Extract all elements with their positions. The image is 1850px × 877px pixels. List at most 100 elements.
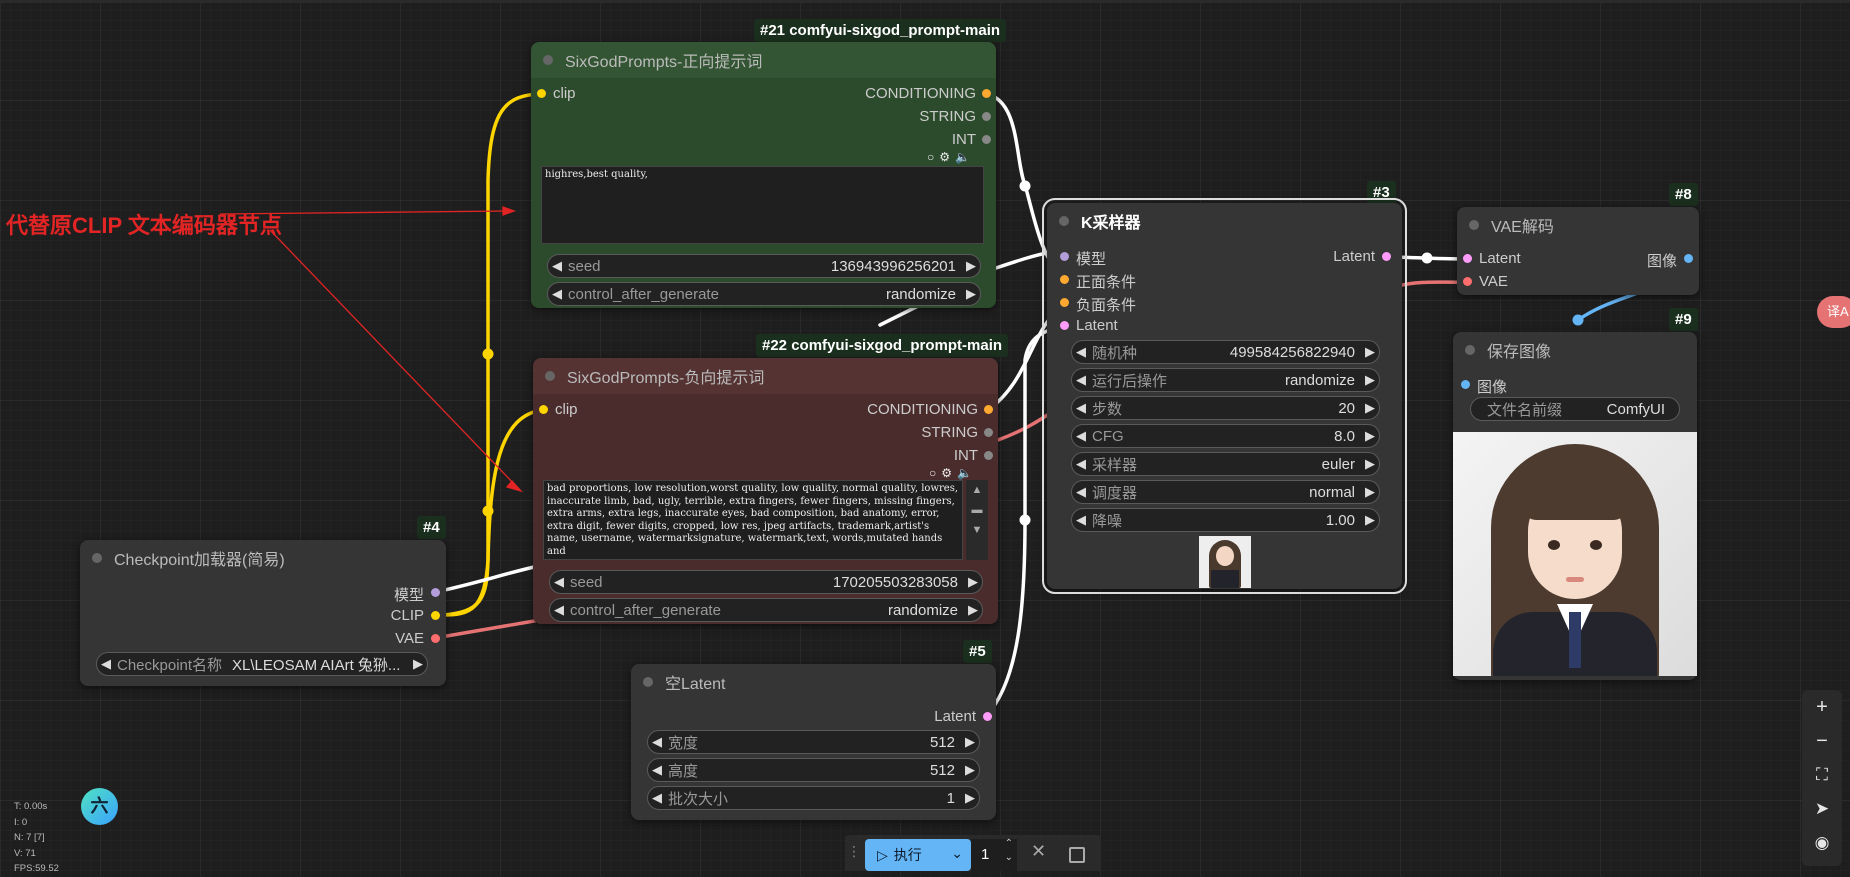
increment-arrow[interactable]: ▶	[1361, 484, 1379, 500]
batch-count-input[interactable]: 1 ⌃ ⌄	[971, 837, 1017, 871]
node-header[interactable]: 保存图像	[1453, 332, 1697, 368]
output-socket[interactable]	[983, 712, 992, 721]
node-positive-prompt[interactable]: SixGodPrompts-正向提示词 clip CONDITIONING ST…	[531, 42, 996, 308]
collapse-dot[interactable]	[543, 55, 553, 65]
prompt-textarea[interactable]: bad proportions, low resolution,worst qu…	[543, 480, 963, 560]
stop-square-icon[interactable]	[1069, 847, 1085, 863]
increment-arrow[interactable]: ▶	[1361, 456, 1379, 472]
increment-arrow[interactable]: ▶	[962, 258, 980, 274]
decrement-arrow[interactable]: ◀	[1072, 512, 1090, 528]
sixgod-logo-button[interactable]: 六	[81, 788, 118, 825]
node-negative-prompt[interactable]: SixGodPrompts-负向提示词 clip CONDITIONING ST…	[533, 358, 998, 624]
output-socket[interactable]	[431, 588, 440, 597]
denoise-widget[interactable]: ◀ 降噪 1.00 ▶	[1071, 508, 1380, 532]
collapse-dot[interactable]	[1059, 216, 1069, 226]
speaker-icon[interactable]: 🔈	[955, 150, 975, 164]
control-after-generate-widget[interactable]: ◀ control_after_generate randomize ▶	[549, 598, 983, 622]
node-header[interactable]: K采样器	[1047, 203, 1402, 239]
increment-arrow[interactable]: ▶	[409, 656, 427, 672]
checkpoint-name-widget[interactable]: ◀ Checkpoint名称 XL\LEOSAM AIArt 兔狲... ▶	[96, 652, 428, 676]
width-widget[interactable]: ◀ 宽度 512 ▶	[647, 730, 980, 754]
control-after-generate-widget[interactable]: ◀ control_after_generate randomize ▶	[547, 282, 981, 306]
node-vae-decode[interactable]: VAE解码 Latent VAE 图像	[1457, 207, 1699, 295]
output-socket[interactable]	[982, 135, 991, 144]
increment-arrow[interactable]: ▶	[1361, 372, 1379, 388]
increment-arrow[interactable]: ▶	[964, 574, 982, 590]
input-socket[interactable]	[1463, 254, 1472, 263]
chevron-down-icon[interactable]: ⌄	[951, 845, 963, 862]
output-socket[interactable]	[984, 428, 993, 437]
node-header[interactable]: Checkpoint加载器(简易)	[80, 540, 446, 576]
decrement-arrow[interactable]: ◀	[1072, 400, 1090, 416]
input-socket[interactable]	[1060, 321, 1069, 330]
batch-size-widget[interactable]: ◀ 批次大小 1 ▶	[647, 786, 980, 810]
seed-widget[interactable]: ◀ seed 136943996256201 ▶	[547, 254, 981, 278]
filename-prefix-widget[interactable]: 文件名前缀 ComfyUI	[1470, 397, 1680, 421]
decrement-arrow[interactable]: ◀	[1072, 456, 1090, 472]
increment-arrow[interactable]: ▶	[964, 602, 982, 618]
close-icon[interactable]: ✕	[1031, 841, 1046, 862]
translate-button[interactable]: 译A	[1817, 296, 1850, 328]
textarea-scrollbar[interactable]: ▲ ▬ ▼	[966, 480, 988, 560]
output-socket[interactable]	[431, 611, 440, 620]
node-checkpoint-loader[interactable]: Checkpoint加载器(简易) 模型 CLIP VAE ◀ Checkpoin…	[80, 540, 446, 686]
run-button[interactable]: ▷ 执行 ⌄	[865, 839, 971, 871]
plus-icon[interactable]: +	[1802, 690, 1842, 724]
seed-widget[interactable]: ◀ seed 170205503283058 ▶	[549, 570, 983, 594]
node-ksampler[interactable]: K采样器 模型 正面条件 负面条件 Latent Latent ◀ 随机种 4995…	[1042, 198, 1407, 594]
collapse-dot[interactable]	[1469, 220, 1479, 230]
circle-icon[interactable]: ○	[929, 466, 941, 480]
node-header[interactable]: SixGodPrompts-正向提示词	[531, 42, 996, 78]
control-after-generate-widget[interactable]: ◀ 运行后操作 randomize ▶	[1071, 368, 1380, 392]
generated-image[interactable]	[1453, 432, 1697, 676]
increment-arrow[interactable]: ▶	[961, 734, 979, 750]
height-widget[interactable]: ◀ 高度 512 ▶	[647, 758, 980, 782]
scroll-down-icon[interactable]: ▼	[966, 520, 988, 540]
decrement-arrow[interactable]: ◀	[1072, 428, 1090, 444]
decrement-arrow[interactable]: ◀	[1072, 484, 1090, 500]
decrement-arrow[interactable]: ◀	[550, 602, 568, 618]
collapse-dot[interactable]	[1465, 345, 1475, 355]
decrement-arrow[interactable]: ◀	[550, 574, 568, 590]
decrement-arrow[interactable]: ◀	[648, 790, 666, 806]
steps-widget[interactable]: ◀ 步数 20 ▶	[1071, 396, 1380, 420]
stepper-icon[interactable]: ⌃ ⌄	[1005, 837, 1013, 865]
increment-arrow[interactable]: ▶	[962, 286, 980, 302]
drag-handle-icon[interactable]: ⋮	[847, 843, 861, 860]
gear-icon[interactable]: ⚙	[941, 466, 957, 480]
decrement-arrow[interactable]: ◀	[648, 762, 666, 778]
sampler-widget[interactable]: ◀ 采样器 euler ▶	[1071, 452, 1380, 476]
output-socket[interactable]	[984, 451, 993, 460]
input-socket[interactable]	[539, 405, 548, 414]
eye-icon[interactable]: ◉	[1802, 826, 1842, 860]
output-socket[interactable]	[1684, 254, 1693, 263]
decrement-arrow[interactable]: ◀	[1072, 344, 1090, 360]
circle-icon[interactable]: ○	[927, 150, 939, 164]
decrement-arrow[interactable]: ◀	[97, 656, 115, 672]
input-socket[interactable]	[1060, 252, 1069, 261]
scroll-up-icon[interactable]: ▲	[966, 480, 988, 500]
increment-arrow[interactable]: ▶	[1361, 428, 1379, 444]
increment-arrow[interactable]: ▶	[1361, 512, 1379, 528]
seed-widget[interactable]: ◀ 随机种 499584256822940 ▶	[1071, 340, 1380, 364]
decrement-arrow[interactable]: ◀	[548, 286, 566, 302]
gear-icon[interactable]: ⚙	[939, 150, 955, 164]
prompt-textarea[interactable]: highres,best quality,	[541, 166, 984, 244]
output-socket[interactable]	[984, 405, 993, 414]
fit-view-icon[interactable]: ⛶	[1802, 758, 1842, 792]
scroll-thumb-icon[interactable]: ▬	[966, 500, 988, 520]
input-socket[interactable]	[1463, 277, 1472, 286]
input-socket[interactable]	[1060, 298, 1069, 307]
decrement-arrow[interactable]: ◀	[548, 258, 566, 274]
decrement-arrow[interactable]: ◀	[648, 734, 666, 750]
locate-icon[interactable]: ➤	[1802, 792, 1842, 826]
increment-arrow[interactable]: ▶	[1361, 400, 1379, 416]
output-socket[interactable]	[982, 112, 991, 121]
node-header[interactable]: 空Latent	[631, 664, 996, 700]
collapse-dot[interactable]	[545, 371, 555, 381]
input-socket[interactable]	[1461, 380, 1470, 389]
preview-thumbnail[interactable]	[1199, 536, 1251, 588]
cfg-widget[interactable]: ◀ CFG 8.0 ▶	[1071, 424, 1380, 448]
decrement-arrow[interactable]: ◀	[1072, 372, 1090, 388]
output-socket[interactable]	[431, 634, 440, 643]
